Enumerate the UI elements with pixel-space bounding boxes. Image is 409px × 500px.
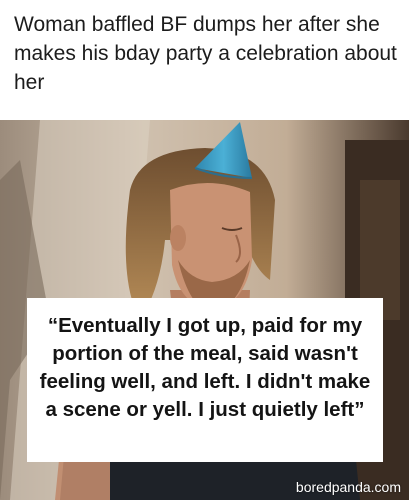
meme-card: Woman baffled BF dumps her after she mak… [0, 0, 409, 500]
ear [170, 225, 186, 251]
watermark: boredpanda.com [295, 479, 401, 495]
quote-box: “Eventually I got up, paid for my portio… [27, 298, 383, 462]
headline-caption: Woman baffled BF dumps her after she mak… [14, 13, 397, 94]
quote-text: “Eventually I got up, paid for my portio… [39, 314, 371, 421]
